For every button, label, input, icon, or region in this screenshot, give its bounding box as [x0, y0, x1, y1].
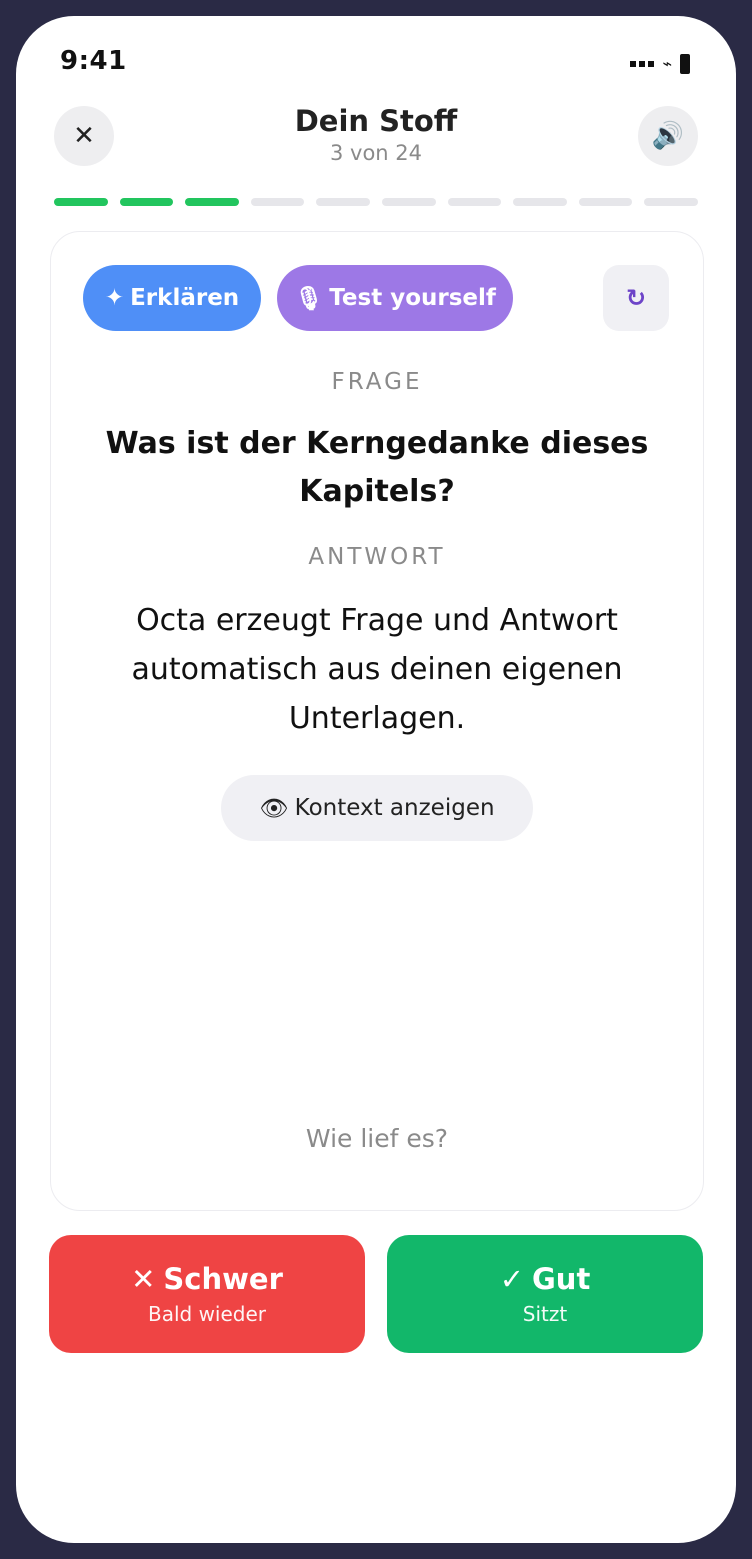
flashcard: ✦ Erklären 🎙 Test yourself ↻ FRAGE Was i…	[50, 231, 704, 1211]
answer-text: Octa erzeugt Frage und Antwort automatis…	[131, 603, 623, 736]
progress-segment-done	[185, 198, 239, 206]
wifi-icon: ⌁	[662, 54, 672, 73]
good-label: Gut	[532, 1262, 591, 1296]
question-text: Was ist der Kerngedanke dieses Kapitels?	[105, 426, 649, 509]
eye-icon: 👁	[259, 795, 289, 822]
show-context-button[interactable]: 👁 Kontext anzeigen	[221, 775, 533, 841]
explain-label: Erklären	[130, 285, 240, 311]
sparkle-icon: ✦	[104, 285, 125, 311]
progress-segment-done	[119, 198, 174, 206]
progress-segment-done	[54, 198, 108, 206]
card-counter: 3 von 24	[329, 141, 423, 165]
checkmark-icon: ✓	[499, 1262, 524, 1296]
microphone-icon: 🎙	[294, 285, 324, 312]
hard-button[interactable]: ✕ Schwer Bald wieder	[49, 1235, 365, 1353]
explain-button[interactable]: ✦ Erklären	[83, 265, 261, 331]
refresh-icon: ↻	[625, 284, 647, 312]
speaker-icon: 🔊	[651, 121, 685, 151]
progress-segment	[644, 198, 698, 206]
progress-bar	[54, 198, 698, 206]
show-context-label: Kontext anzeigen	[294, 795, 495, 821]
feedback-prompt: Wie lief es?	[305, 1124, 449, 1153]
test-yourself-label: Test yourself	[329, 285, 496, 311]
sound-button[interactable]: 🔊	[638, 106, 698, 166]
progress-segment	[316, 198, 370, 206]
page-title: Dein Stoff	[294, 104, 458, 138]
progress-segment	[578, 198, 633, 206]
answer-label: ANTWORT	[308, 544, 446, 570]
progress-segment	[381, 198, 436, 206]
test-yourself-button[interactable]: 🎙 Test yourself	[277, 265, 513, 331]
hard-main: ✕ Schwer	[131, 1262, 283, 1296]
progress-segment	[250, 198, 305, 206]
phone-screen: 9:41 ⌁ ✕ Dein Stoff 3 von 24 🔊 ✦ Erkläre…	[16, 16, 736, 1543]
hard-label: Schwer	[163, 1262, 283, 1296]
progress-segment	[513, 198, 567, 206]
refresh-button[interactable]: ↻	[603, 265, 669, 331]
good-button[interactable]: ✓ Gut Sitzt	[387, 1235, 703, 1353]
signal-icon	[630, 61, 655, 67]
battery-icon	[680, 54, 690, 74]
hard-sublabel: Bald wieder	[147, 1302, 267, 1326]
good-sublabel: Sitzt	[522, 1302, 568, 1326]
question-label: FRAGE	[331, 369, 423, 395]
status-icons: ⌁	[630, 54, 690, 74]
good-main: ✓ Gut	[500, 1262, 591, 1296]
close-icon: ✕	[131, 1262, 156, 1296]
progress-segment	[447, 198, 502, 206]
status-time: 9:41	[60, 46, 127, 76]
